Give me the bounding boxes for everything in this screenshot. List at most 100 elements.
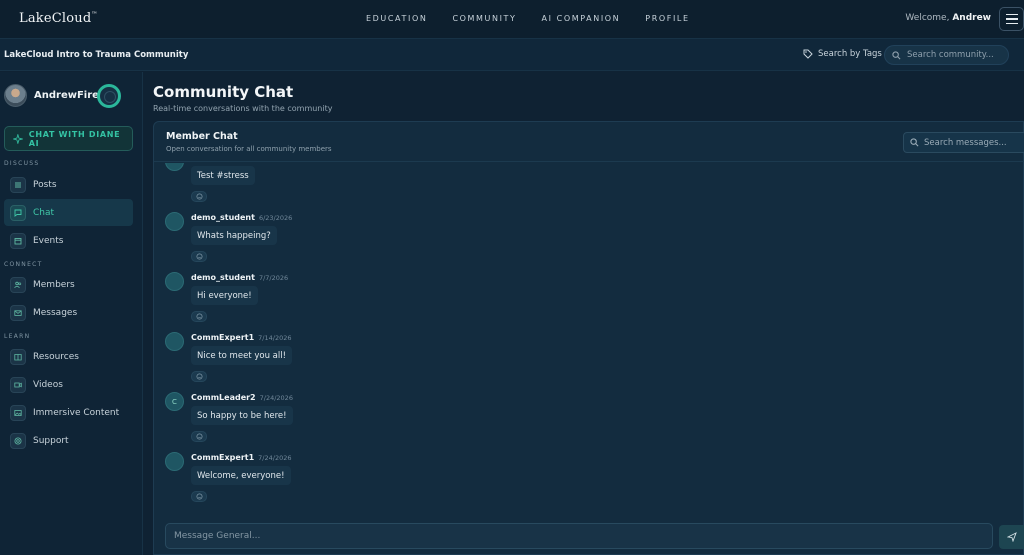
avatar[interactable] bbox=[165, 163, 184, 171]
top-navigation: LakeCloud™ EDUCATION COMMUNITY AI COMPAN… bbox=[0, 0, 1024, 38]
message-timestamp: 7/14/2026 bbox=[258, 334, 292, 342]
smiley-icon bbox=[196, 313, 202, 320]
sidebar-item-members[interactable]: Members bbox=[4, 271, 133, 298]
sidebar-item-label: Immersive Content bbox=[33, 407, 120, 418]
avatar bbox=[4, 84, 27, 107]
sidebar-item-immersive-content[interactable]: Immersive Content bbox=[4, 399, 133, 426]
add-reaction-button[interactable] bbox=[191, 311, 207, 322]
nav-ai-companion[interactable]: AI COMPANION bbox=[542, 14, 621, 23]
video-icon bbox=[10, 376, 26, 393]
add-reaction-button[interactable] bbox=[191, 191, 207, 202]
message-timestamp: 7/7/2026 bbox=[258, 274, 289, 282]
search-by-tags-button[interactable]: Search by Tags bbox=[803, 49, 882, 59]
send-button[interactable] bbox=[999, 525, 1024, 549]
book-icon bbox=[10, 348, 26, 365]
chat-panel-header: Member Chat Open conversation for all co… bbox=[154, 122, 1024, 162]
list-item: CommExpert1 7/14/2026 Nice to meet you al… bbox=[165, 332, 565, 392]
page-subtitle: Real-time conversations with the communi… bbox=[153, 104, 333, 113]
message-author: CommExpert1 7/14/2026 bbox=[191, 333, 292, 342]
nav-education[interactable]: EDUCATION bbox=[366, 14, 427, 23]
sidebar-item-posts[interactable]: Posts bbox=[4, 171, 133, 198]
username: AndrewFirek bbox=[34, 90, 106, 101]
message-composer bbox=[165, 523, 993, 549]
sidebar-item-label: Chat bbox=[33, 207, 55, 218]
community-search-input[interactable] bbox=[907, 50, 1002, 60]
message-bubble: Nice to meet you all! bbox=[191, 346, 292, 365]
message-author: CommLeader2 7/24/2026 bbox=[191, 393, 293, 402]
sidebar-item-videos[interactable]: Videos bbox=[4, 371, 133, 398]
message-author: demo_student 7/7/2026 bbox=[191, 273, 288, 282]
message-bubble: Test #stress bbox=[191, 166, 255, 185]
panel-title: Member Chat bbox=[166, 131, 238, 142]
sidebar-item-events[interactable]: Events bbox=[4, 227, 133, 254]
sidebar: AndrewFirek CHAT WITH DIANE AI DISCUSS P… bbox=[0, 72, 143, 555]
community-search bbox=[884, 45, 1009, 65]
avatar[interactable]: C bbox=[165, 392, 184, 411]
nav-community[interactable]: COMMUNITY bbox=[452, 14, 516, 23]
sidebar-item-chat[interactable]: Chat bbox=[4, 199, 133, 226]
author-name[interactable]: demo_student bbox=[191, 273, 255, 282]
message-search-input[interactable] bbox=[924, 137, 1024, 148]
trademark: ™ bbox=[91, 11, 98, 18]
smiley-icon bbox=[196, 193, 202, 200]
sparkle-icon bbox=[13, 133, 23, 144]
avatar[interactable] bbox=[165, 452, 184, 471]
author-name[interactable]: CommExpert1 bbox=[191, 453, 254, 462]
sidebar-item-messages[interactable]: Messages bbox=[4, 299, 133, 326]
user-profile[interactable]: AndrewFirek bbox=[4, 84, 106, 107]
menu-button[interactable] bbox=[999, 7, 1024, 31]
author-name[interactable]: CommLeader2 bbox=[191, 393, 256, 402]
sidebar-item-support[interactable]: Support bbox=[4, 427, 133, 454]
author-name[interactable]: CommExpert1 bbox=[191, 333, 254, 342]
smiley-icon bbox=[196, 253, 202, 260]
tag-icon bbox=[803, 49, 813, 59]
mail-icon bbox=[10, 304, 26, 321]
avatar[interactable] bbox=[165, 212, 184, 231]
author-name[interactable]: demo_student bbox=[191, 213, 255, 222]
message-bubble: So happy to be here! bbox=[191, 406, 293, 425]
chat-panel: Member Chat Open conversation for all co… bbox=[153, 121, 1024, 555]
avatar[interactable] bbox=[165, 332, 184, 351]
message-timestamp: 6/23/2026 bbox=[258, 214, 293, 222]
section-connect: CONNECT bbox=[4, 261, 43, 268]
sidebar-item-label: Videos bbox=[33, 379, 63, 390]
sidebar-item-label: Events bbox=[33, 235, 64, 246]
message-author: CommExpert1 7/24/2026 bbox=[191, 453, 292, 462]
welcome-prefix: Welcome, bbox=[905, 13, 950, 23]
message-bubble: Whats happeing? bbox=[191, 226, 277, 245]
brand-logo[interactable]: LakeCloud™ bbox=[19, 11, 98, 26]
list-item: Test #stress bbox=[165, 163, 565, 212]
smiley-icon bbox=[196, 493, 202, 500]
tags-label: Search by Tags bbox=[818, 49, 882, 59]
support-icon bbox=[10, 432, 26, 449]
add-reaction-button[interactable] bbox=[191, 371, 207, 382]
smiley-icon bbox=[196, 433, 202, 440]
chat-with-diane-button[interactable]: CHAT WITH DIANE AI bbox=[4, 126, 133, 151]
brand-logo-text: LakeCloud bbox=[19, 11, 92, 26]
sidebar-item-resources[interactable]: Resources bbox=[4, 343, 133, 370]
add-reaction-button[interactable] bbox=[191, 491, 207, 502]
nav-profile[interactable]: PROFILE bbox=[645, 14, 689, 23]
avatar[interactable] bbox=[165, 272, 184, 291]
community-subheader: LakeCloud Intro to Trauma Community Sear… bbox=[0, 38, 1024, 71]
add-reaction-button[interactable] bbox=[191, 251, 207, 262]
sidebar-item-label: Messages bbox=[33, 307, 78, 318]
list-item: demo_student 7/7/2026 Hi everyone! bbox=[165, 272, 565, 332]
message-input[interactable] bbox=[174, 531, 974, 541]
main-nav: EDUCATION COMMUNITY AI COMPANION PROFILE bbox=[366, 14, 715, 23]
sidebar-item-label: Posts bbox=[33, 179, 57, 190]
welcome-message: Welcome, Andrew bbox=[905, 13, 991, 23]
image-icon bbox=[10, 404, 26, 421]
search-icon bbox=[892, 50, 901, 59]
posts-icon bbox=[10, 176, 26, 193]
add-reaction-button[interactable] bbox=[191, 431, 207, 442]
list-item: CommExpert1 7/24/2026 Welcome, everyone! bbox=[165, 452, 565, 512]
search-icon bbox=[910, 138, 919, 147]
panel-subtitle: Open conversation for all community memb… bbox=[166, 145, 332, 153]
status-ring-icon[interactable] bbox=[97, 84, 121, 108]
welcome-user: Andrew bbox=[952, 13, 991, 23]
chat-icon bbox=[10, 204, 26, 221]
sidebar-item-label: Resources bbox=[33, 351, 79, 362]
message-list[interactable]: Test #stress demo_student 6/23/2026 Whats… bbox=[154, 163, 1024, 514]
send-icon bbox=[1007, 532, 1017, 542]
